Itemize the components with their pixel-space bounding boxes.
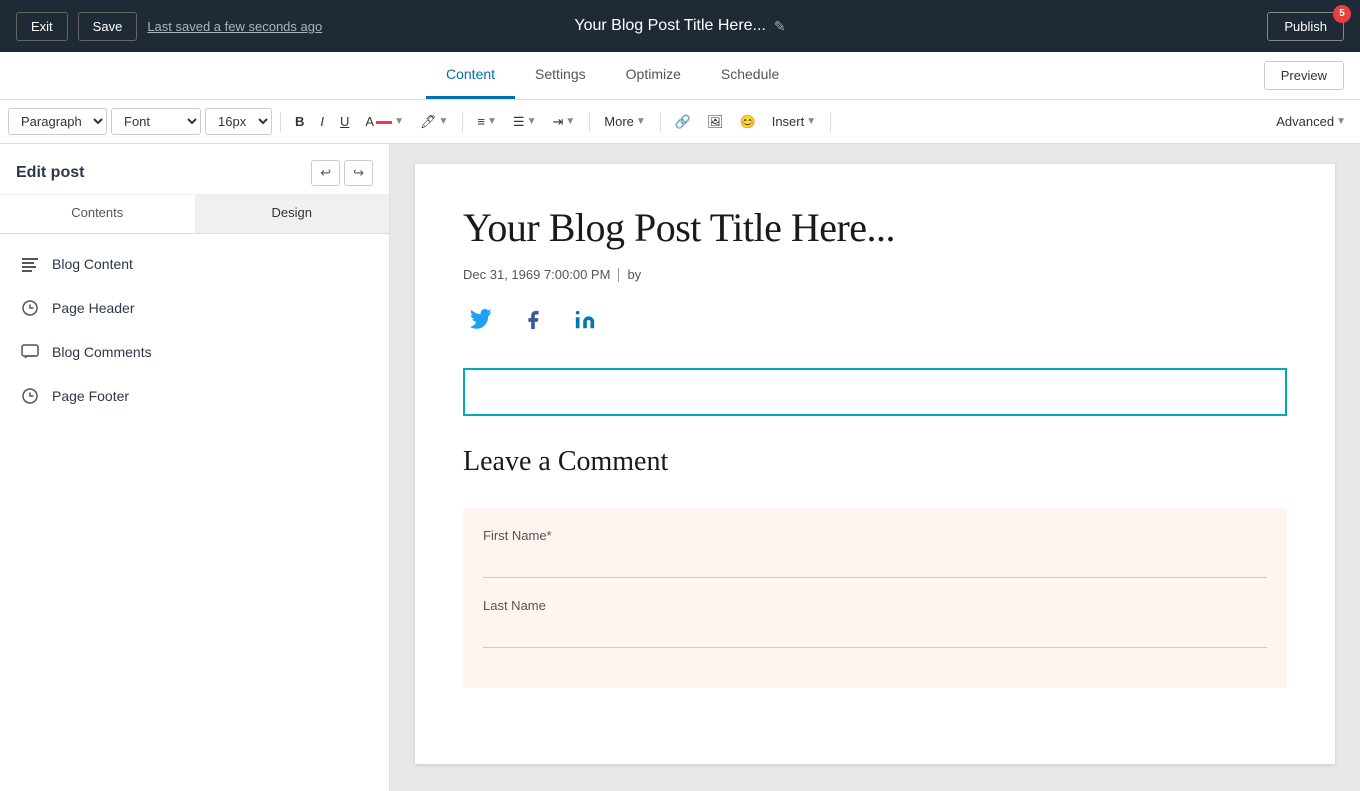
toolbar-divider-3 xyxy=(589,112,590,132)
twitter-icon[interactable] xyxy=(463,302,499,338)
color-bar xyxy=(376,121,392,124)
list-button[interactable]: ☰ ▼ xyxy=(507,110,543,134)
title-text: Your Blog Post Title Here... xyxy=(574,17,766,35)
editor-toolbar: Paragraph Font 16px B I U A ▼ 🖊 ▼ ≡ ▼ ☰ … xyxy=(0,100,1360,144)
text-color-button[interactable]: A ▼ xyxy=(359,110,410,133)
sidebar-tabs: Contents Design xyxy=(0,195,389,234)
image-button[interactable]: 🖼 xyxy=(701,110,730,134)
toolbar-divider-1 xyxy=(280,112,281,132)
save-button[interactable]: Save xyxy=(78,12,138,41)
advanced-button[interactable]: Advanced ▼ xyxy=(1270,110,1352,133)
blog-content-label: Blog Content xyxy=(52,256,133,272)
top-bar: Exit Save Last saved a few seconds ago Y… xyxy=(0,0,1360,52)
tab-content[interactable]: Content xyxy=(426,52,515,99)
undo-redo-controls: ↩ ↪ xyxy=(311,160,373,186)
emoji-button[interactable]: 😊 xyxy=(734,110,762,134)
preview-button[interactable]: Preview xyxy=(1264,61,1344,90)
sidebar-tab-contents[interactable]: Contents xyxy=(0,195,195,233)
color-chevron: ▼ xyxy=(394,116,404,127)
highlight-button[interactable]: 🖊 ▼ xyxy=(414,110,454,134)
page-canvas: Your Blog Post Title Here... Dec 31, 196… xyxy=(415,164,1335,764)
lastname-field: Last Name xyxy=(483,598,1267,648)
publish-button[interactable]: Publish 5 xyxy=(1267,12,1344,41)
sidebar-item-blog-comments[interactable]: Blog Comments xyxy=(0,330,389,374)
toolbar-divider-2 xyxy=(462,112,463,132)
blog-post-title[interactable]: Your Blog Post Title Here... xyxy=(463,204,1287,251)
size-select[interactable]: 16px xyxy=(205,108,272,135)
sidebar-items: Blog Content Page Header xyxy=(0,234,389,426)
firstname-input[interactable] xyxy=(483,549,1267,578)
more-button[interactable]: More ▼ xyxy=(598,110,652,133)
align-button[interactable]: ≡ ▼ xyxy=(471,110,503,133)
main-tabs: Content Settings Optimize Schedule xyxy=(426,52,1264,99)
leave-comment-heading: Leave a Comment xyxy=(463,446,1287,478)
sidebar: Edit post ↩ ↪ Contents Design xyxy=(0,144,390,791)
lastname-input[interactable] xyxy=(483,619,1267,648)
sidebar-tab-design[interactable]: Design xyxy=(195,195,390,233)
page-footer-label: Page Footer xyxy=(52,388,129,404)
meta-separator xyxy=(618,268,619,282)
sidebar-item-page-header[interactable]: Page Header xyxy=(0,286,389,330)
underline-button[interactable]: U xyxy=(334,110,355,133)
edit-title-icon[interactable]: ✎ xyxy=(774,18,786,35)
comment-form: First Name* Last Name xyxy=(463,508,1287,688)
color-indicator: A xyxy=(365,114,392,129)
tab-schedule[interactable]: Schedule xyxy=(701,52,799,99)
link-button[interactable]: 🔗 xyxy=(669,110,697,134)
page-footer-icon xyxy=(20,386,40,406)
toolbar-divider-5 xyxy=(830,112,831,132)
blog-meta: Dec 31, 1969 7:00:00 PM by xyxy=(463,267,1287,282)
meta-date: Dec 31, 1969 7:00:00 PM xyxy=(463,267,610,282)
sidebar-header: Edit post ↩ ↪ xyxy=(0,144,389,195)
social-icons xyxy=(463,302,1287,338)
redo-button[interactable]: ↪ xyxy=(344,160,373,186)
insert-button[interactable]: Insert ▼ xyxy=(766,110,822,133)
top-bar-right: Publish 5 xyxy=(1267,12,1344,41)
facebook-icon[interactable] xyxy=(515,302,551,338)
lastname-label: Last Name xyxy=(483,598,1267,613)
indent-button[interactable]: ⇥ ▼ xyxy=(546,110,581,134)
main-layout: Edit post ↩ ↪ Contents Design xyxy=(0,144,1360,791)
publish-badge: 5 xyxy=(1333,5,1351,23)
content-editor-area[interactable] xyxy=(463,368,1287,416)
sidebar-item-page-footer[interactable]: Page Footer xyxy=(0,374,389,418)
paragraph-select[interactable]: Paragraph xyxy=(8,108,107,135)
linkedin-icon[interactable] xyxy=(567,302,603,338)
sidebar-title: Edit post xyxy=(16,164,84,182)
last-saved-text[interactable]: Last saved a few seconds ago xyxy=(147,19,322,34)
page-header-label: Page Header xyxy=(52,300,135,316)
toolbar-divider-4 xyxy=(660,112,661,132)
blog-comments-label: Blog Comments xyxy=(52,344,152,360)
tab-bar: Content Settings Optimize Schedule Previ… xyxy=(0,52,1360,100)
sidebar-item-blog-content[interactable]: Blog Content xyxy=(0,242,389,286)
blog-content-icon xyxy=(20,254,40,274)
italic-button[interactable]: I xyxy=(314,110,330,133)
bold-button[interactable]: B xyxy=(289,110,310,133)
page-header-icon xyxy=(20,298,40,318)
undo-button[interactable]: ↩ xyxy=(311,160,340,186)
page-title: Your Blog Post Title Here... ✎ xyxy=(574,17,785,35)
tab-settings[interactable]: Settings xyxy=(515,52,606,99)
tab-optimize[interactable]: Optimize xyxy=(606,52,701,99)
content-area: Your Blog Post Title Here... Dec 31, 196… xyxy=(390,144,1360,791)
firstname-field: First Name* xyxy=(483,528,1267,578)
meta-by: by xyxy=(627,267,641,282)
font-select[interactable]: Font xyxy=(111,108,201,135)
exit-button[interactable]: Exit xyxy=(16,12,68,41)
firstname-label: First Name* xyxy=(483,528,1267,543)
blog-comments-icon xyxy=(20,342,40,362)
